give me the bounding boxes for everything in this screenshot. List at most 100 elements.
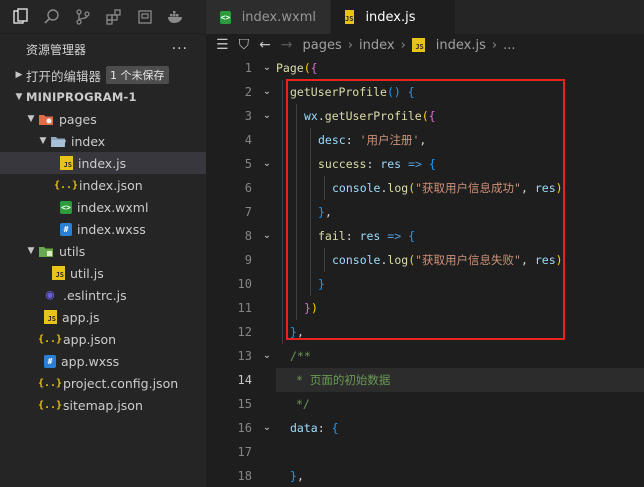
json-file-icon: {..} [37,377,63,389]
code-line: }, [290,469,304,483]
tree-item-index-wxss[interactable]: # index.wxss [0,218,206,240]
folder-icon [38,111,54,127]
unsaved-badge: 1 个未保存 [106,66,169,84]
chevron-down-icon: ▼ [27,114,35,124]
line-number: 17 [237,445,252,459]
folder-icon [38,243,54,259]
tree-item-index-json[interactable]: {..} index.json [0,174,206,196]
wxss-file-icon: # [44,354,56,368]
breadcrumb-item[interactable]: ... [503,38,515,53]
tree-item-sitemap[interactable]: {..} sitemap.json [0,394,206,416]
chevron-down-icon: ▼ [39,136,47,146]
code-line: data: { [290,421,339,435]
js-file-icon: JS [44,310,57,324]
code-line: */ [296,397,310,411]
fold-chevron-icon[interactable]: ⌄ [260,224,274,248]
line-number: 6 [244,181,252,195]
open-editors-label: 打开的编辑器 [26,68,102,84]
open-editors-section[interactable]: ▶ 打开的编辑器 1 个未保存 [0,64,206,86]
explorer-sidebar: 资源管理器 ··· ▶ 打开的编辑器 1 个未保存 ▼ MINIPROGRAM-… [0,34,206,487]
search-icon[interactable] [39,4,65,30]
chevron-right-icon: ▶ [15,70,23,80]
tab-label: index.js [365,9,416,25]
tree-item-label: project.config.json [63,375,179,391]
code-line: success: res => { [318,157,436,171]
chevron-down-icon: ▼ [27,246,35,256]
remote-explorer-icon[interactable] [132,4,158,30]
code-line: } [318,277,325,291]
breadcrumb-separator-icon: › [491,37,498,53]
code-line: wx.getUserProfile({ [304,109,436,123]
line-number: 11 [237,301,252,315]
line-number: 13 [237,349,252,363]
tree-item-index-js[interactable]: JS index.js [0,152,206,174]
tree-item-app-json[interactable]: {..} app.json [0,328,206,350]
tree-item-label: util.js [70,265,104,281]
line-number: 5 [244,157,252,171]
fold-chevron-icon[interactable]: ⌄ [260,56,274,80]
code-line-current: * 页面的初始数据 [276,368,644,392]
code-line: console.log("获取用户信息成功", res) [332,181,563,195]
code-line: }, [318,205,332,219]
tree-item-label: app.json [63,331,117,347]
code-lines[interactable]: Page({ getUserProfile() { wx.getUserProf… [276,56,644,487]
breadcrumb-item[interactable]: pages [303,38,342,53]
line-number: 9 [244,253,252,267]
project-label: MINIPROGRAM-1 [26,90,137,104]
tree-item-eslintrc[interactable]: ◉ .eslintrc.js [0,284,206,306]
tree-item-label: index [71,133,106,149]
code-line: getUserProfile() { [290,85,415,99]
tree-item-index-wxml[interactable]: <> index.wxml [0,196,206,218]
fold-chevron-icon[interactable]: ⌄ [260,416,274,440]
breadcrumb-separator-icon: › [400,37,406,53]
js-file-icon: JS [345,10,355,24]
js-file-icon: JS [411,38,425,52]
fold-chevron-icon[interactable]: ⌄ [260,152,274,176]
explorer-header: 资源管理器 ··· [0,34,206,64]
tree-item-util-js[interactable]: JS util.js [0,262,206,284]
tab-index-js[interactable]: JS index.js [331,0,456,34]
tree-item-index-folder[interactable]: ▼ index [0,130,206,152]
tree-item-app-js[interactable]: JS app.js [0,306,206,328]
tree-item-label: pages [59,111,97,127]
back-arrow-icon[interactable]: ← [259,37,271,53]
breadcrumb-item[interactable]: index [359,38,395,53]
list-view-icon[interactable]: ☰ [216,37,229,53]
code-line: console.log("获取用户信息失败", res) [332,253,563,267]
line-number: 2 [244,85,252,99]
tree-item-pages[interactable]: ▼ pages [0,108,206,130]
wxss-file-icon: # [60,222,72,236]
code-line: fail: res => { [318,229,416,243]
breadcrumb: ☰ ⛉ ← → pages › index › JS index.js › ..… [206,34,644,56]
tree-item-label: app.wxss [61,353,120,369]
fold-chevron-icon[interactable]: ⌄ [260,80,274,104]
line-number: 7 [244,205,252,219]
code-line: /** [290,349,311,363]
code-line: Page({ [276,61,318,75]
fold-chevron-icon[interactable]: ⌄ [260,344,274,368]
line-number: 14 [237,373,252,387]
project-section[interactable]: ▼ MINIPROGRAM-1 [0,86,206,108]
breadcrumb-separator-icon: › [347,37,353,53]
line-number: 10 [237,277,252,291]
tree-item-label: sitemap.json [63,397,143,413]
docker-icon[interactable] [163,4,189,30]
line-number: 18 [237,469,252,483]
more-actions-icon[interactable]: ··· [172,41,188,57]
source-control-icon[interactable] [70,4,96,30]
code-editor[interactable]: 1 2 3 4 5 6 7 8 9 10 11 12 13 14 15 16 1… [206,56,644,487]
forward-arrow-icon[interactable]: → [281,37,293,53]
tree-item-project-config[interactable]: {..} project.config.json [0,372,206,394]
tree-item-utils[interactable]: ▼ utils [0,240,206,262]
extensions-icon[interactable] [101,4,127,30]
eslint-file-icon: ◉ [45,287,55,303]
line-number: 8 [244,229,252,243]
tree-item-app-wxss[interactable]: # app.wxss [0,350,206,372]
bookmark-icon[interactable]: ⛉ [239,37,250,53]
explorer-icon[interactable] [8,4,34,30]
tab-index-wxml[interactable]: <> index.wxml [206,0,331,34]
json-file-icon: {..} [53,179,79,191]
breadcrumb-item[interactable]: index.js [436,38,486,53]
fold-chevron-icon[interactable]: ⌄ [260,104,274,128]
